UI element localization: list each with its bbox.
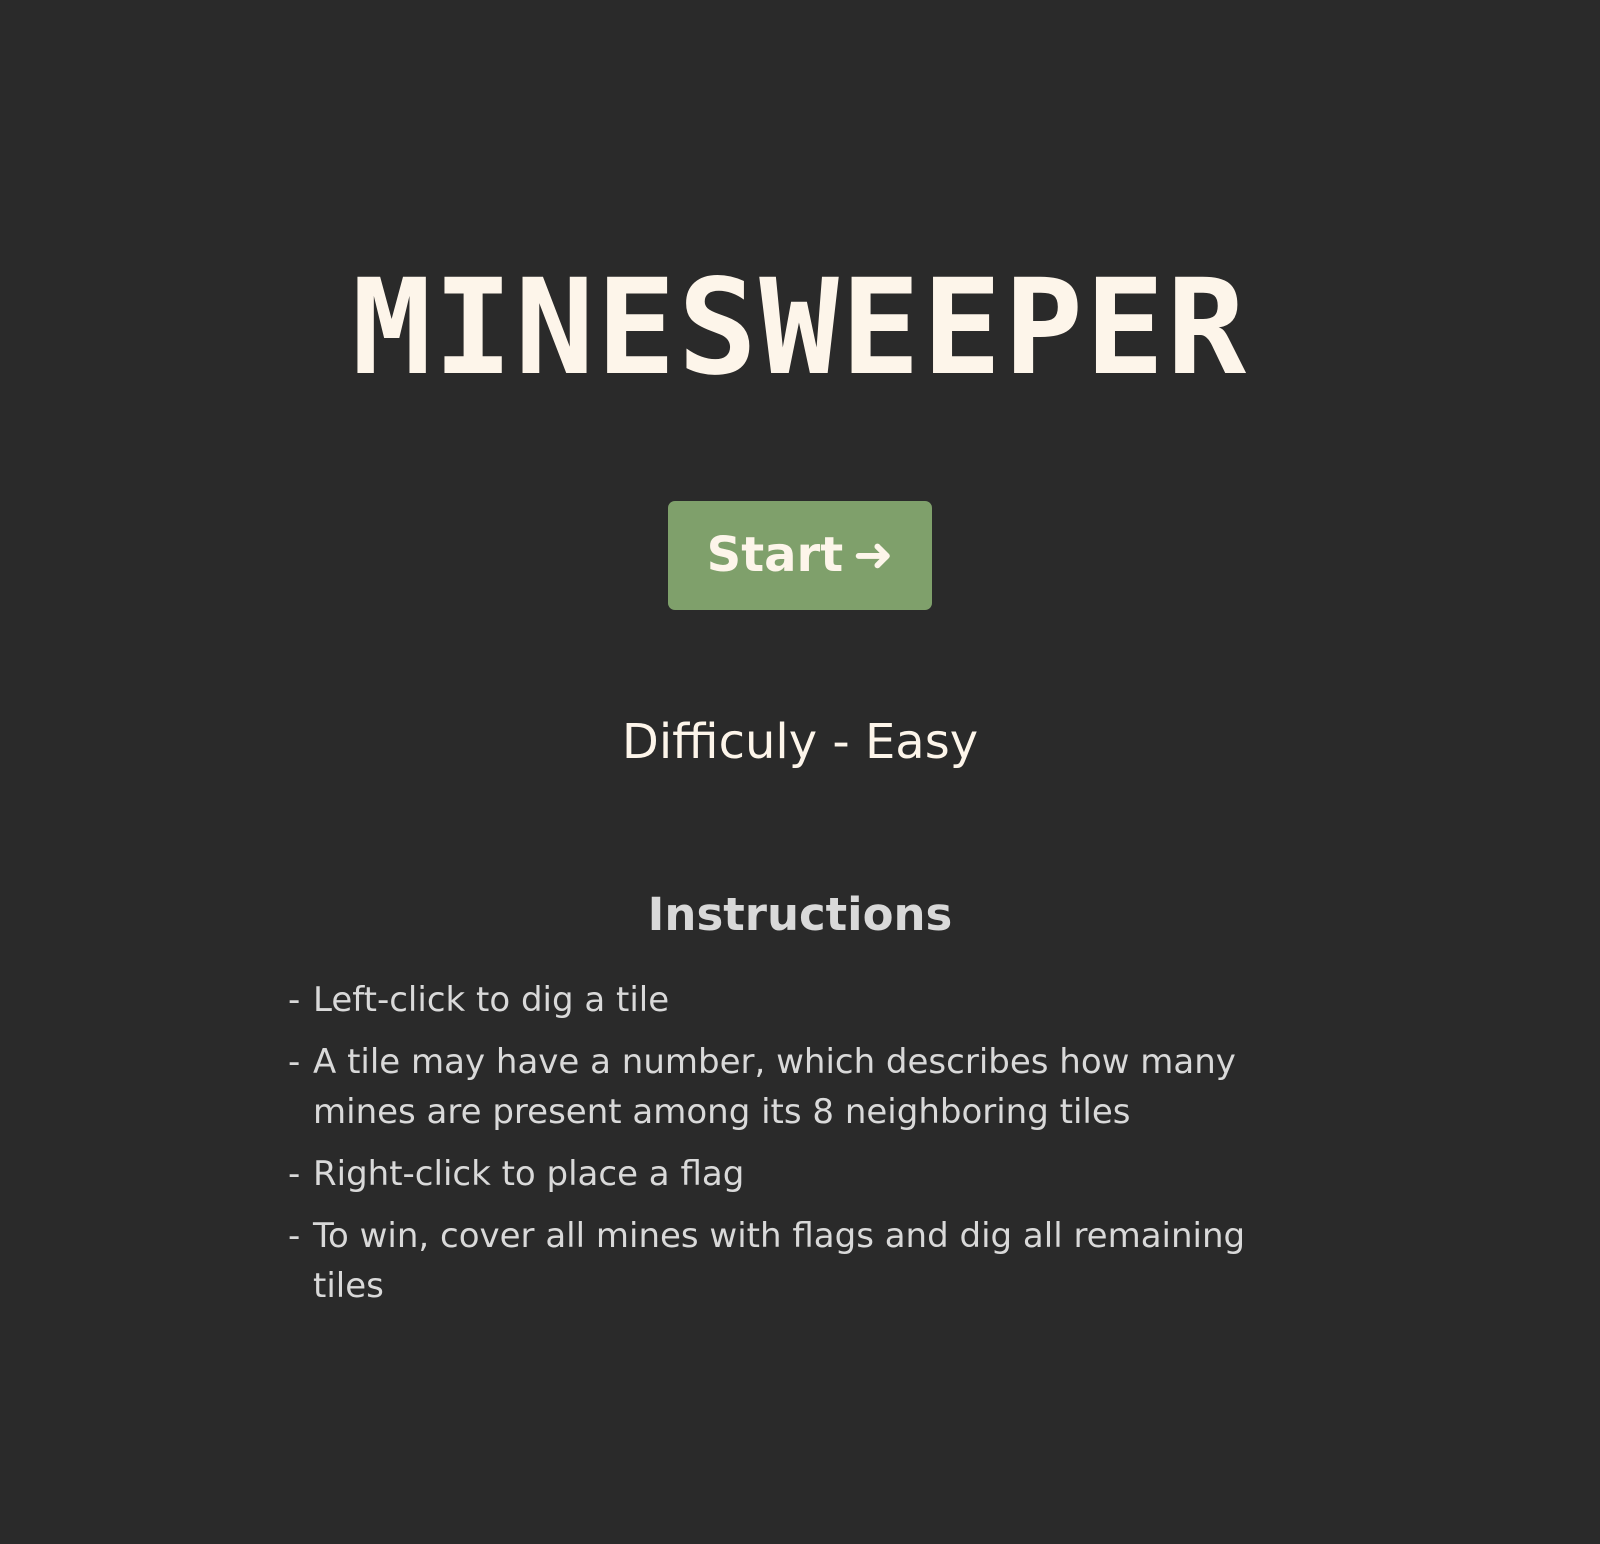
instructions-heading: Instructions xyxy=(647,888,953,941)
start-button[interactable]: Start ➜ xyxy=(668,501,932,610)
instructions-list: Left-click to dig a tile A tile may have… xyxy=(288,975,1288,1323)
instruction-item: Right-click to place a flag xyxy=(288,1149,1288,1199)
instruction-item: Left-click to dig a tile xyxy=(288,975,1288,1025)
instruction-item: To win, cover all mines with flags and d… xyxy=(288,1211,1288,1311)
instruction-item: A tile may have a number, which describe… xyxy=(288,1037,1288,1137)
difficulty-selector[interactable]: Difficuly - Easy xyxy=(0,712,1600,772)
game-title: MINESWEEPER xyxy=(351,251,1249,405)
arrow-right-icon: ➜ xyxy=(853,527,894,583)
start-button-label: Start xyxy=(706,527,844,583)
